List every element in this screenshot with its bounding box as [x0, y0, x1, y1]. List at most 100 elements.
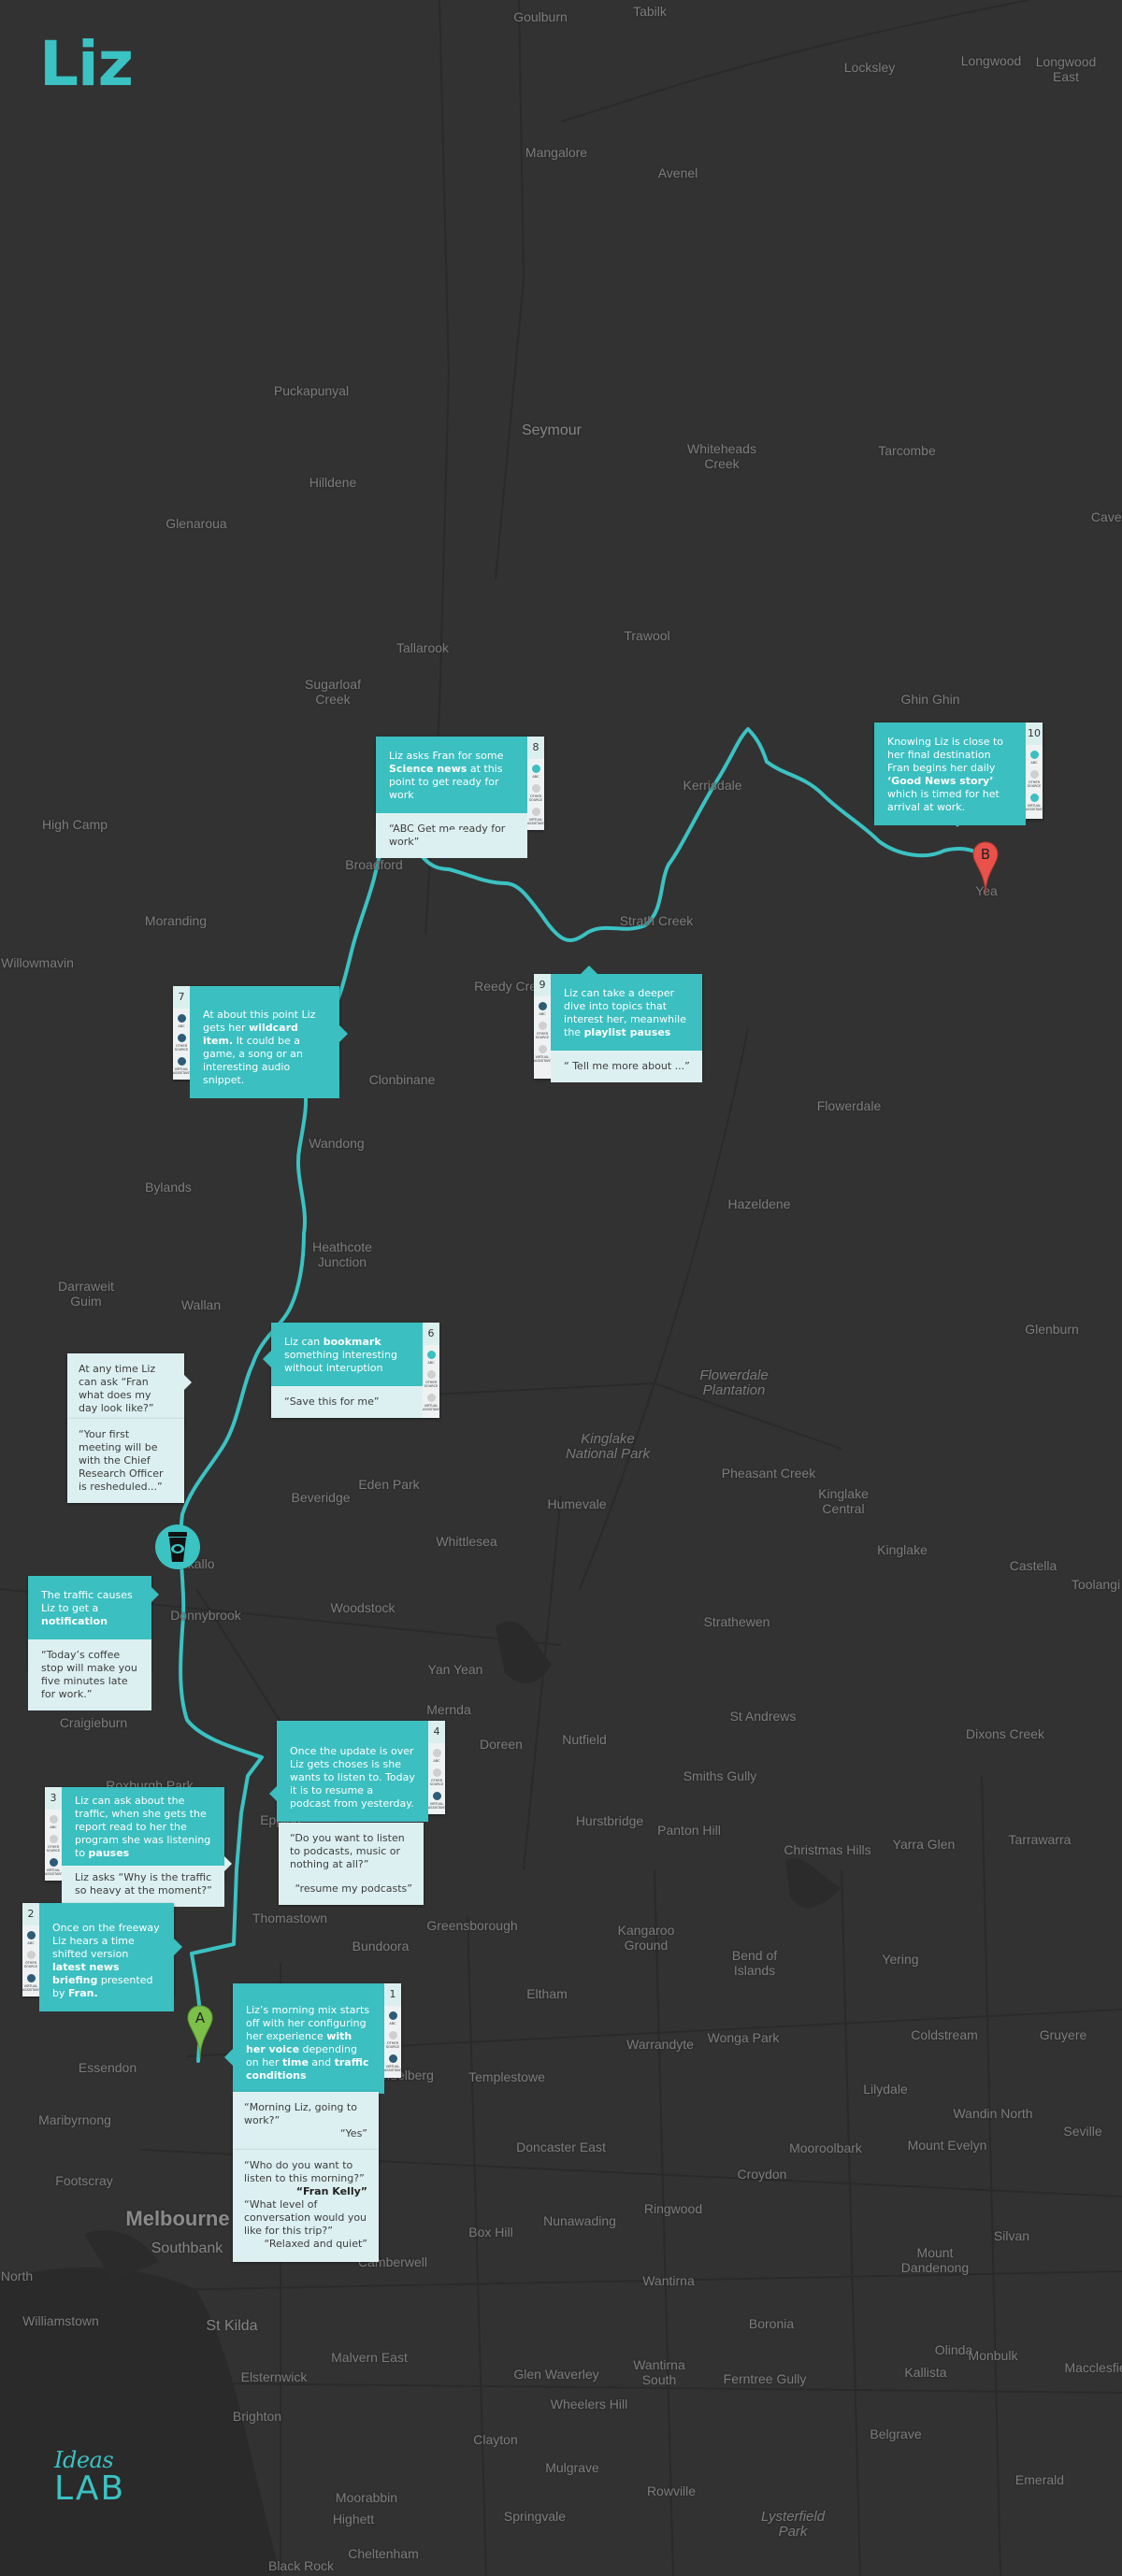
place-label: Eden Park	[358, 1477, 420, 1492]
place-label: Castella	[1009, 1558, 1057, 1573]
place-label: Kinglake Central	[818, 1486, 869, 1516]
source-label: ABC	[50, 1825, 57, 1829]
place-label: Longwood East	[1035, 54, 1097, 84]
place-label: Templestowe	[468, 2069, 545, 2084]
step-2-info: Once on the freeway Liz hears a time shi…	[39, 1903, 174, 2011]
step-5-quote: “Today’s coffee stop will make you five …	[28, 1639, 151, 1710]
place-label: Mount Evelyn	[907, 2138, 987, 2153]
step-3-quote: Liz asks “Why is the traffic so heavy at…	[62, 1866, 224, 1907]
place-label: Moranding	[144, 913, 208, 928]
place-label: Hilldene	[309, 475, 357, 490]
source-label: ABC	[433, 1759, 440, 1763]
place-label: Lysterfield Park	[760, 2509, 826, 2540]
dialog-answer: “Yes”	[339, 2127, 367, 2140]
page-title: Liz	[39, 28, 134, 100]
place-label: Whittlesea	[436, 1534, 497, 1549]
place-label: Puckapunyal	[273, 383, 350, 398]
place-label: Smiths Gully	[683, 1768, 757, 1783]
source-panel: 1 ABC OTHER SOURCE VIRTUAL ASSISTANT	[384, 1983, 403, 2078]
ideas-lab-logo: Ideas LAB	[54, 2449, 125, 2507]
source-label: VIRTUAL ASSISTANT	[1026, 804, 1044, 811]
source-indicator-abc	[177, 1014, 186, 1023]
place-label: Kangaroo Ground	[617, 1923, 675, 1953]
step-6-quote: “Save this for me”	[271, 1386, 423, 1418]
place-label: Strathewen	[703, 1614, 770, 1629]
source-indicator-other-source	[426, 1370, 436, 1379]
step-card-10: Knowing Liz is close to her final destin…	[874, 723, 1044, 827]
step-card-7: At about this point Liz gets her wildcar…	[173, 986, 348, 1098]
place-label: Trawool	[624, 628, 670, 643]
place-label: Kallista	[904, 2365, 947, 2380]
place-label: Wandong	[309, 1136, 365, 1151]
place-label: Broadford	[345, 857, 403, 872]
place-label: Wheelers Hill	[550, 2397, 628, 2411]
place-label: Avenel	[657, 165, 698, 180]
place-label: Eltham	[526, 1986, 568, 2001]
place-label: Yan Yean	[427, 1662, 483, 1677]
source-panel: 2 ABC OTHER SOURCE VIRTUAL ASSISTANT	[22, 1903, 40, 1996]
place-label: Black Rock	[267, 2558, 335, 2573]
place-label: Kinglake	[877, 1542, 928, 1557]
source-indicator-abc	[426, 1351, 436, 1359]
emphasis: notification	[41, 1615, 108, 1627]
source-label: VIRTUAL ASSISTANT	[428, 1802, 447, 1810]
place-label: Wonga Park	[707, 2030, 780, 2045]
place-label: St Andrews	[729, 1709, 797, 1724]
source-label: VIRTUAL ASSISTANT	[384, 2065, 403, 2072]
start-marker-label: A	[195, 2010, 206, 2026]
place-label: Panton Hill	[657, 1823, 721, 1838]
source-indicator-virtual-assistant	[538, 1045, 547, 1053]
step-1-dialog-preferences: “Who do you want to listen to this morni…	[233, 2150, 379, 2262]
anytime-prompt-text: At any time Liz can ask “Fran what does …	[79, 1363, 156, 1414]
place-label: Rowville	[646, 2483, 697, 2498]
source-indicator-abc	[49, 1815, 58, 1824]
place-label: Coldstream	[911, 2027, 978, 2042]
place-label: Kinglake National Park	[565, 1431, 651, 1462]
start-marker-a[interactable]: A	[187, 2005, 213, 2059]
source-indicator-virtual-assistant	[432, 1792, 441, 1800]
anytime-reply-bubble: “Your first meeting will be with the Chi…	[67, 1419, 184, 1503]
source-indicator-other-source	[26, 1951, 36, 1959]
place-label: Clayton	[473, 2432, 518, 2447]
source-panel: 9 ABC OTHER SOURCE VIRTUAL ASSISTANT	[534, 974, 552, 1079]
step-card-6: Liz can bookmark something interesting w…	[263, 1323, 440, 1418]
source-label: OTHER SOURCE	[174, 1044, 189, 1052]
source-panel: 3 ABC OTHER SOURCE VIRTUAL ASSISTANT	[45, 1787, 63, 1881]
anytime-reply-text: “Your first meeting will be with the Chi…	[79, 1428, 164, 1493]
dialog-answer: “resume my podcasts”	[295, 1882, 412, 1895]
place-label: Greensborough	[426, 1918, 518, 1933]
place-label: Wandin North	[953, 2106, 1033, 2121]
source-indicator-other-source	[49, 1835, 58, 1843]
source-label: ABC	[1030, 761, 1038, 765]
place-label: Essendon	[78, 2060, 137, 2075]
place-label: Springvale	[503, 2509, 567, 2524]
end-marker-label: B	[981, 846, 990, 863]
place-label: Tarrawarra	[1008, 1832, 1072, 1847]
place-label: Bend of Islands	[731, 1948, 778, 1978]
place-label: Nunawading	[543, 2213, 616, 2228]
source-panel: 7 ABC OTHER SOURCE VIRTUAL ASSISTANT	[173, 986, 191, 1080]
source-label: OTHER SOURCE	[385, 2041, 400, 2049]
dialog-question: “Morning Liz, going to work?”	[244, 2101, 357, 2126]
place-label: Wantirna	[642, 2273, 695, 2288]
end-marker-b[interactable]: B	[972, 841, 999, 895]
place-label: Highett	[332, 2512, 375, 2526]
place-label: Tallarook	[396, 640, 450, 655]
place-label: Seville	[1063, 2124, 1102, 2139]
emphasis: time	[281, 2056, 309, 2068]
place-label: Mernda	[426, 1702, 471, 1717]
source-label: OTHER SOURCE	[528, 794, 543, 802]
map-background[interactable]	[0, 0, 1122, 2576]
place-label: Belgrave	[870, 2426, 922, 2441]
place-label: Tabilk	[633, 4, 667, 19]
place-label: Craigieburn	[59, 1715, 128, 1730]
source-label: OTHER SOURCE	[46, 1845, 61, 1853]
source-indicator-abc	[1029, 751, 1039, 759]
source-indicator-virtual-assistant	[426, 1394, 436, 1402]
source-label: VIRTUAL ASSISTANT	[527, 818, 546, 825]
place-label: Cavendish	[1090, 509, 1122, 524]
place-label: Whiteheads Creek	[687, 441, 756, 471]
step-9-quote: “ Tell me more about ...”	[551, 1051, 702, 1082]
source-indicator-other-source	[531, 784, 540, 793]
coffee-cup-icon[interactable]	[154, 1524, 201, 1570]
